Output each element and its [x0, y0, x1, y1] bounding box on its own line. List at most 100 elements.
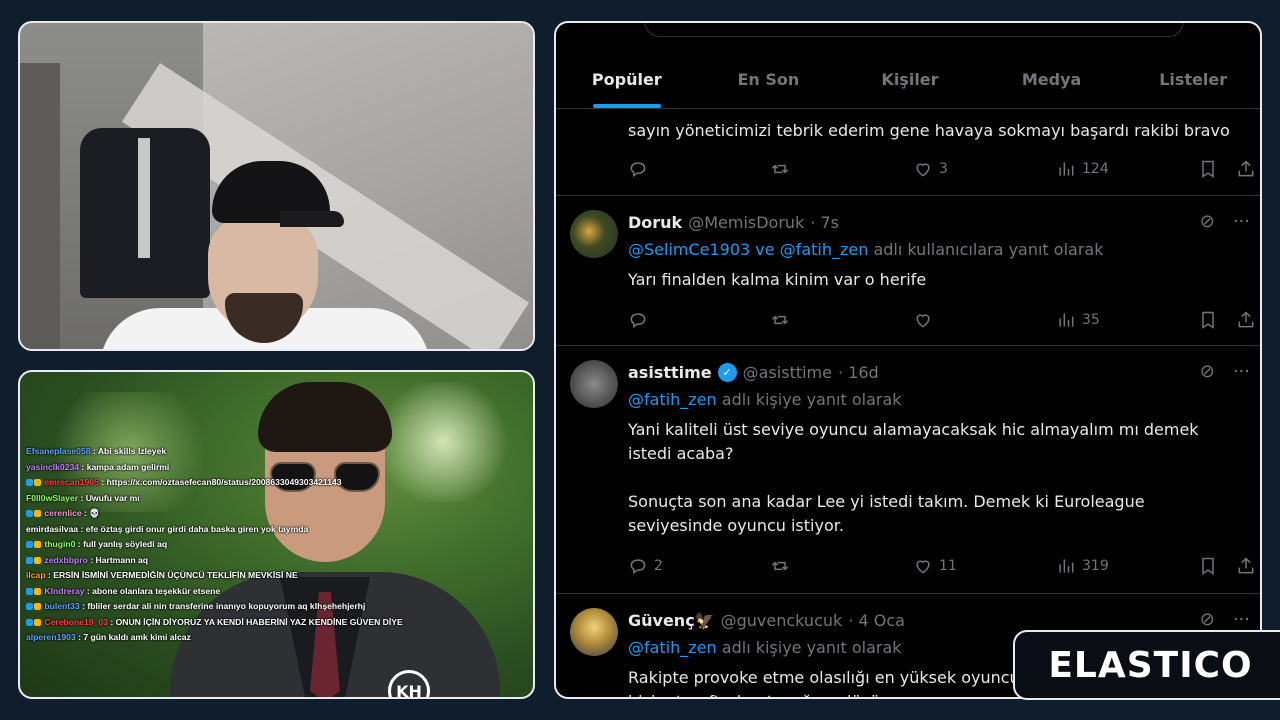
chat-message: Efsaneplase058 : Abi skills lzleyek	[26, 446, 167, 456]
chat-username[interactable]: zedxbbpro	[44, 555, 87, 565]
reply-button[interactable]	[628, 308, 648, 332]
bookmark-icon	[1202, 160, 1214, 178]
tweet-text: Yani kaliteli üst seviye oyuncu alamayac…	[628, 420, 1199, 535]
chat-message: F0ll0wSlayer : Uwufu var mı	[26, 492, 140, 503]
grok-icon[interactable]: ⊘	[1200, 609, 1215, 630]
tweet-time[interactable]: · 7s	[810, 213, 839, 232]
chat-username[interactable]: Klndreray	[44, 586, 84, 596]
chat-badge-icon	[26, 603, 33, 611]
grok-icon[interactable]: ⊘	[1200, 211, 1215, 232]
chat-username[interactable]: cerenlice	[44, 508, 81, 518]
more-options-icon[interactable]: ···	[1233, 211, 1250, 232]
more-options-icon[interactable]: ···	[1233, 609, 1250, 630]
twitter-panel: Popüler En Son Kişiler Medya Listeler sa…	[554, 21, 1262, 699]
tweet[interactable]: sayın yöneticimizi tebrik ederim gene ha…	[556, 109, 1260, 196]
tab-popular[interactable]: Popüler	[556, 51, 698, 108]
bookmark-button[interactable]	[1198, 308, 1218, 332]
views-icon	[1059, 559, 1074, 573]
chat-username[interactable]: emrecan1905	[44, 477, 98, 487]
chat-username[interactable]: emirdasilvaa	[26, 524, 78, 534]
chat-message: cerenlice : 💀	[26, 506, 326, 522]
share-icon	[1238, 160, 1254, 177]
retweet-icon	[771, 164, 789, 174]
retweet-icon	[771, 561, 789, 571]
share-button[interactable]	[1236, 554, 1256, 578]
views-button[interactable]: 124	[1056, 157, 1109, 181]
chat-overlay: Efsaneplase058 : Abi skills lzleyek yasin…	[26, 444, 403, 646]
chat-username[interactable]: thugin0	[44, 539, 75, 549]
chat-badge-icon	[26, 510, 33, 518]
chat-badge-icon	[26, 587, 33, 595]
chat-text: ONUN İÇİN DİYORUZ YA KENDİ HABERİNİ YAZ …	[115, 616, 403, 627]
tweet[interactable]: asisttime ✓ @asisttime · 16d ⊘ ··· @fati…	[556, 346, 1260, 594]
like-button[interactable]: 3	[913, 157, 948, 181]
reply-suffix: adlı kullanıcılara yanıt olarak	[873, 240, 1104, 259]
reply-button[interactable]	[628, 157, 648, 181]
chat-username[interactable]: ilcap	[26, 570, 46, 580]
tab-lists[interactable]: Listeler	[1122, 51, 1260, 108]
chat-message: emirdasilvaa : efe öztaş girdi onur gird…	[26, 523, 309, 534]
more-options-icon[interactable]: ···	[1233, 361, 1250, 382]
reply-mention[interactable]: @SelimCe1903 ve @fatih_zen	[628, 240, 868, 259]
reply-button[interactable]: 2	[628, 554, 663, 578]
chat-message: zedxbbpro : Hartmann aq	[26, 553, 326, 569]
verified-badge-icon: ✓	[717, 362, 737, 382]
reply-mention[interactable]: @fatih_zen	[628, 638, 717, 657]
avatar[interactable]	[570, 608, 618, 656]
chat-username[interactable]: yasinclk0234	[26, 462, 79, 472]
view-count: 35	[1082, 312, 1100, 328]
reply-icon	[630, 559, 646, 575]
like-button[interactable]: 11	[913, 554, 957, 578]
author-name[interactable]: Doruk	[628, 213, 682, 232]
tweet-time[interactable]: · 16d	[838, 363, 879, 382]
chat-username[interactable]: Efsaneplase058	[26, 446, 91, 456]
chat-username[interactable]: F0ll0wSlayer	[26, 493, 78, 503]
chat-badge-icon	[26, 556, 33, 564]
chat-username[interactable]: alperen1903	[26, 632, 76, 642]
retweet-button[interactable]	[770, 308, 790, 332]
tab-people[interactable]: Kişiler	[839, 51, 981, 108]
tweet-header: asisttime ✓ @asisttime · 16d	[628, 361, 879, 383]
chat-message: Klndreray : abone olanlara teşekkür etse…	[26, 584, 326, 600]
tab-media[interactable]: Medya	[981, 51, 1123, 108]
grok-icon[interactable]: ⊘	[1200, 361, 1215, 382]
reply-suffix: adlı kişiye yanıt olarak	[721, 390, 902, 409]
reply-mention[interactable]: @fatih_zen	[628, 390, 717, 409]
tab-label: Kişiler	[881, 70, 939, 89]
tweet-time[interactable]: · 4 Oca	[848, 611, 905, 630]
share-button[interactable]	[1236, 308, 1256, 332]
search-bar[interactable]	[644, 23, 1184, 37]
chat-message: Cerebone19_03 : ONUN İÇİN DİYORUZ YA KEN…	[26, 615, 403, 631]
person-hair	[258, 382, 392, 452]
chat-text: kampa adam gelirmi	[86, 461, 170, 472]
bookmark-button[interactable]	[1198, 157, 1218, 181]
bookmark-button[interactable]	[1198, 554, 1218, 578]
chat-username[interactable]: Cerebone19_03	[44, 617, 108, 627]
chat-badge-icon	[26, 618, 33, 626]
tweet[interactable]: Doruk @MemisDoruk · 7s ⊘ ··· @SelimCe190…	[556, 196, 1260, 346]
tweet-header: Güvenç🦅 @guvenckucuk · 4 Oca	[628, 609, 905, 631]
retweet-button[interactable]	[770, 554, 790, 578]
like-button[interactable]	[913, 308, 933, 332]
chat-badge-icon	[34, 587, 41, 595]
author-handle[interactable]: @guvenckucuk	[721, 611, 843, 630]
share-icon	[1238, 557, 1254, 574]
chat-text: Abi skills lzleyek	[97, 446, 167, 456]
chat-message: yasinclk0234 : kampa adam gelirmi	[26, 461, 170, 472]
like-count: 3	[939, 161, 948, 177]
retweet-button[interactable]	[770, 157, 790, 181]
views-button[interactable]: 319	[1056, 554, 1109, 578]
chat-badge-icon	[34, 618, 41, 626]
views-button[interactable]: 35	[1056, 308, 1100, 332]
author-name[interactable]: Güvenç🦅	[628, 611, 715, 630]
author-name[interactable]: asisttime	[628, 363, 712, 382]
avatar[interactable]	[570, 360, 618, 408]
reply-icon	[630, 162, 646, 178]
share-button[interactable]	[1236, 157, 1256, 181]
chat-username[interactable]: bulent33	[44, 601, 79, 611]
author-handle[interactable]: @asisttime	[743, 363, 832, 382]
author-handle[interactable]: @MemisDoruk	[688, 213, 804, 232]
tab-latest[interactable]: En Son	[698, 51, 840, 108]
tweet-tools: ⊘ ···	[1200, 211, 1250, 232]
avatar[interactable]	[570, 210, 618, 258]
